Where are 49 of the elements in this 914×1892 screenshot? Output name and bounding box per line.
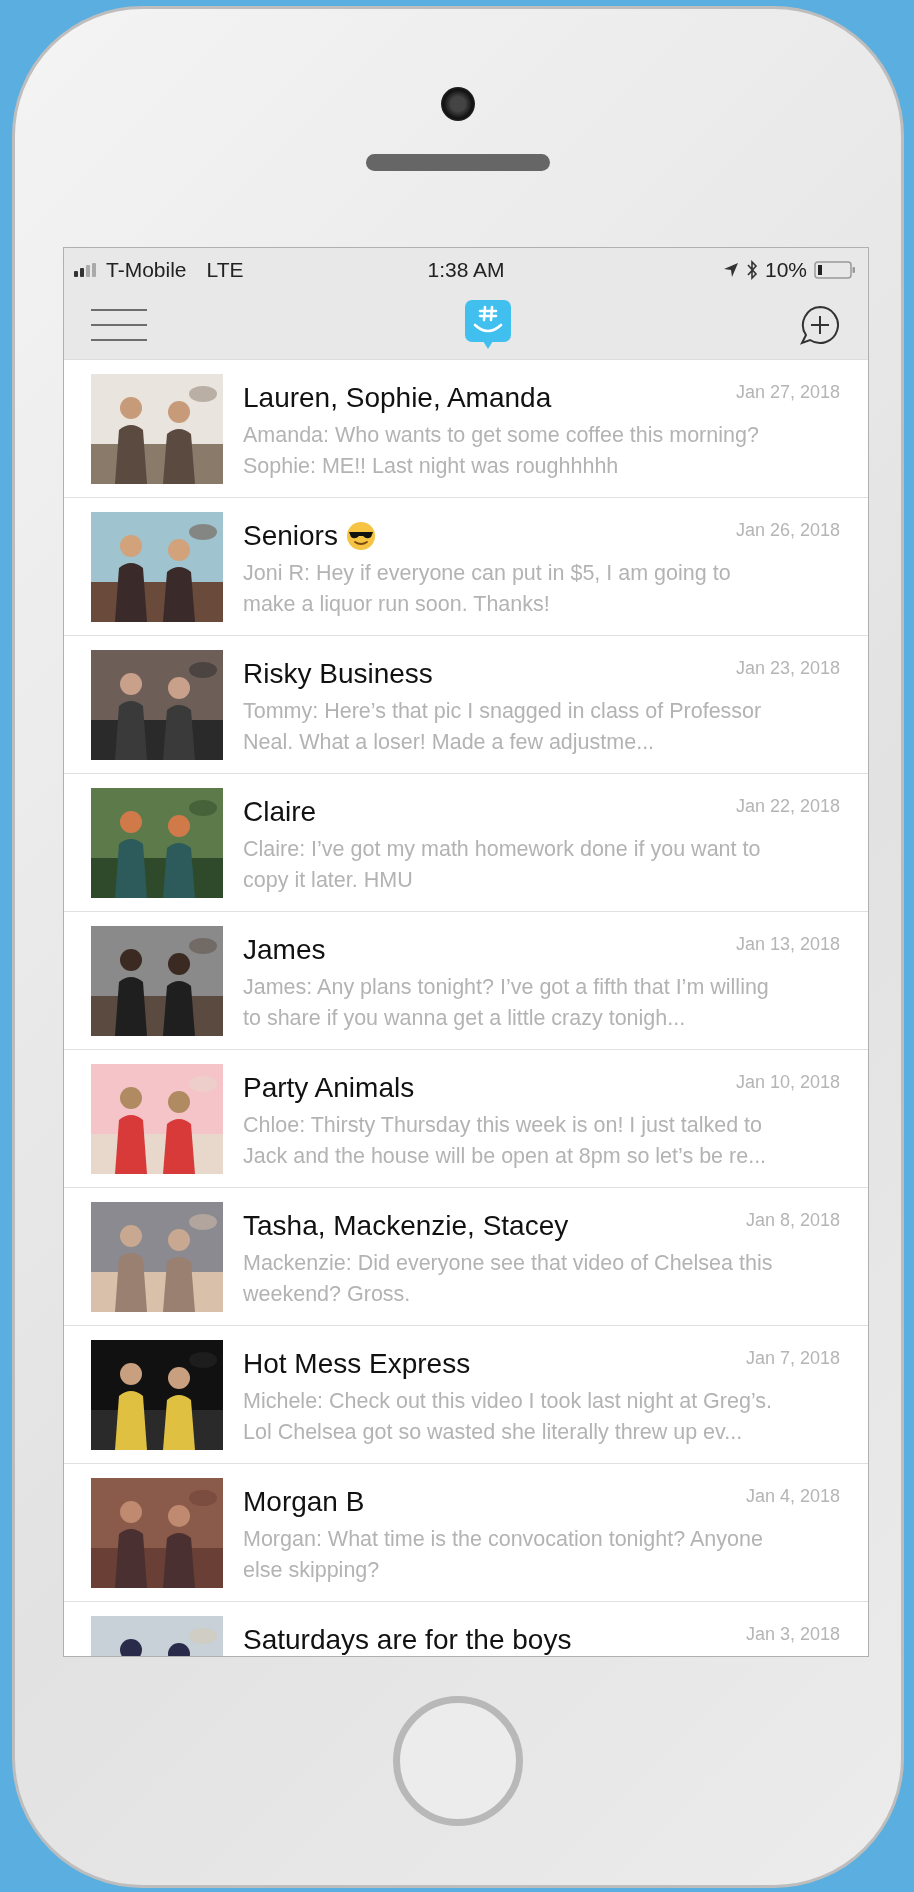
message-preview: Amanda: Who wants to get some coffee this morning? Sophie: ME!! Last night was roughhhhh bbox=[243, 422, 760, 480]
conversation-date: Jan 23, 2018 bbox=[735, 658, 840, 679]
message-preview: Chloe: Thirsty Thursday this week is on! I just talked to Jack and the house will be open at 8pm so let’s be re... bbox=[243, 1112, 768, 1170]
conversation-item[interactable]: Party Animals Jan 10, 2018 Chloe: Thirsty Thursday this week is on! I just talked to Jack and the house will be open at 8pm so let’s be re... bbox=[64, 1050, 868, 1188]
conversation-item[interactable]: Claire Jan 22, 2018 Claire: I’ve got my math homework done if you want to copy it later. HMU bbox=[64, 774, 868, 912]
conversation-title: Saturdays are for the boys bbox=[243, 1624, 572, 1656]
message-preview: Michele: Check out this video I took last night at Greg’s. Lol Chelsea got so wasted she literally threw up ev... bbox=[243, 1388, 773, 1446]
conversation-date: Jan 3, 2018 bbox=[745, 1624, 840, 1645]
conversation-title: Party Animals bbox=[243, 1072, 415, 1104]
location-arrow-icon bbox=[722, 261, 739, 278]
conversation-item[interactable]: Morgan B Jan 4, 2018 Morgan: What time is the convocation tonight? Anyone else skipping? bbox=[64, 1464, 868, 1602]
conversation-date: Jan 26, 2018 bbox=[735, 520, 840, 541]
status-time: 1:38 AM bbox=[427, 257, 505, 282]
conversation-date: Jan 4, 2018 bbox=[745, 1486, 840, 1507]
bluetooth-icon bbox=[745, 259, 758, 280]
message-preview: Claire: I’ve got my math homework done if you want to copy it later. HMU bbox=[243, 836, 762, 894]
camera-icon bbox=[441, 87, 475, 121]
conversation-title: Hot Mess Express bbox=[243, 1348, 471, 1380]
conversation-item[interactable]: Risky Business Jan 23, 2018 Tommy: Here’s that pic I snagged in class of Professor Neal. What a loser! Made a few adjustme... bbox=[64, 636, 868, 774]
conversation-item[interactable]: Lauren, Sophie, Amanda Jan 27, 2018 Amanda: Who wants to get some coffee this morning? Sophie: ME!! Last night was roughhhhh bbox=[64, 360, 868, 498]
conversation-date: Jan 10, 2018 bbox=[735, 1072, 840, 1093]
conversation-title: Claire bbox=[243, 796, 317, 828]
conversation-item[interactable]: Seniors Jan 26, 2018 Joni R: Hey if everyone can put in $5, I am going to make a liquor run soon. Thanks! bbox=[64, 498, 868, 636]
new-chat-icon[interactable] bbox=[798, 304, 842, 346]
conversation-date: Jan 8, 2018 bbox=[745, 1210, 840, 1231]
battery-icon bbox=[814, 260, 856, 279]
message-preview: Joni R: Hey if everyone can put in $5, I am going to make a liquor run soon. Thanks! bbox=[243, 560, 732, 618]
conversation-item[interactable]: Hot Mess Express Jan 7, 2018 Michele: Check out this video I took last night at Greg’s. Lol Chelsea got so wasted she literally threw up ev... bbox=[64, 1326, 868, 1464]
menu-icon[interactable] bbox=[91, 307, 147, 343]
conversation-date: Jan 27, 2018 bbox=[735, 382, 840, 403]
battery-percent: 10% bbox=[764, 257, 807, 282]
conversation-title: Lauren, Sophie, Amanda bbox=[243, 382, 552, 414]
message-preview: Morgan: What time is the convocation tonight? Anyone else skipping? bbox=[243, 1526, 764, 1584]
conversation-title: James bbox=[243, 934, 326, 966]
conversation-title: Morgan B bbox=[243, 1486, 365, 1518]
conversation-date: Jan 7, 2018 bbox=[745, 1348, 840, 1369]
network-type: LTE bbox=[206, 257, 244, 282]
conversation-date: Jan 22, 2018 bbox=[735, 796, 840, 817]
message-preview: James: Any plans tonight? I’ve got a fifth that I’m willing to share if you wanna get a little crazy tonigh... bbox=[243, 974, 770, 1032]
conversation-date: Jan 13, 2018 bbox=[735, 934, 840, 955]
message-preview: Tommy: Here’s that pic I snagged in class of Professor Neal. What a loser! Made a few adjustme... bbox=[243, 698, 763, 756]
conversation-item[interactable]: Tasha, Mackenzie, Stacey Jan 8, 2018 Mackenzie: Did everyone see that video of Chelsea this weekend? Gross. bbox=[64, 1188, 868, 1326]
conversation-title: Tasha, Mackenzie, Stacey bbox=[243, 1210, 569, 1242]
conversation-title: Seniors bbox=[243, 520, 338, 552]
message-preview: Mackenzie: Did everyone see that video of Chelsea this weekend? Gross. bbox=[243, 1250, 774, 1308]
app-logo-icon bbox=[464, 300, 511, 350]
conversation-item[interactable]: James Jan 13, 2018 James: Any plans tonight? I’ve got a fifth that I’m willing to share if you wanna get a little crazy tonigh... bbox=[64, 912, 868, 1050]
carrier-name: T-Mobile bbox=[106, 257, 187, 282]
conversation-title: Risky Business bbox=[243, 658, 433, 690]
